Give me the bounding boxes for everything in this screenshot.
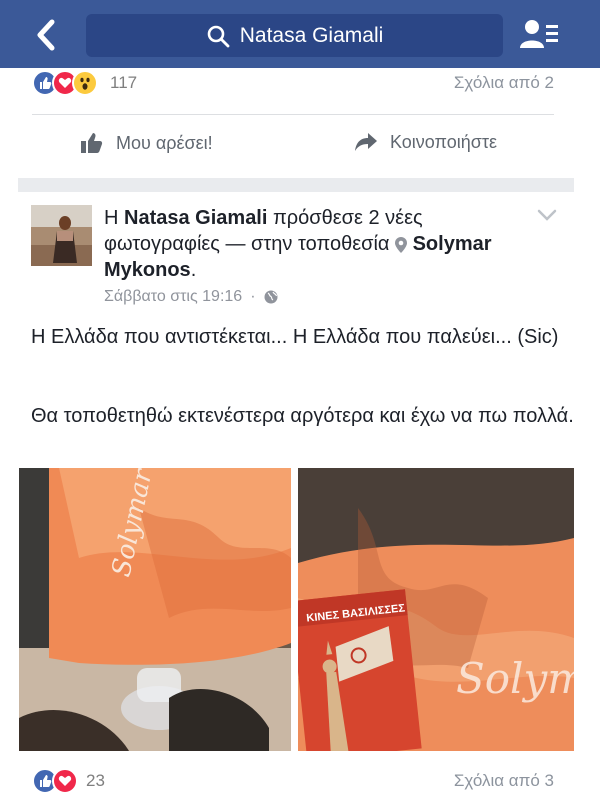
- back-arrow-icon[interactable]: [30, 16, 64, 54]
- meta-separator: ·: [250, 288, 256, 305]
- towel-logo-text-2: Solymar: [456, 654, 574, 703]
- friend-requests-icon[interactable]: [518, 16, 560, 54]
- post-headline: Η Natasa Giamali πρόσθεσε 2 νέες φωτογρα…: [104, 205, 524, 283]
- location-pin-icon: [395, 236, 408, 253]
- search-field[interactable]: Natasa Giamali: [86, 14, 503, 57]
- post-text-line1: Η Ελλάδα που αντιστέκεται... Η Ελλάδα πο…: [31, 326, 559, 348]
- share-arrow-icon: [355, 133, 377, 151]
- timestamp[interactable]: Σάββατο στις 19:16: [104, 288, 242, 306]
- post-photo-2[interactable]: Solymar ΚΙΝΕΣ ΒΑΣΙΛΙΣΣΕΣ: [298, 468, 574, 751]
- reaction-summary[interactable]: 117 Σχόλια από 2: [0, 64, 600, 104]
- post-actions: Μου αρέσει! Κοινοποιήστε: [0, 123, 600, 169]
- post-reaction-summary[interactable]: 23 Σχόλια από 3: [0, 762, 600, 802]
- love-icon: [52, 768, 78, 794]
- post-separator: [18, 178, 574, 192]
- like-label: Μου αρέσει!: [116, 132, 213, 153]
- post-text-line2: Θα τοποθετηθώ εκτενέστερα αργότερα και έ…: [31, 405, 574, 427]
- post-comments-link[interactable]: Σχόλια από 3: [454, 771, 554, 791]
- reaction-count: 117: [110, 73, 138, 92]
- like-button[interactable]: Μου αρέσει!: [80, 131, 213, 155]
- thumbs-up-icon: [81, 133, 103, 153]
- comments-link[interactable]: Σχόλια από 2: [454, 73, 554, 93]
- headline-prefix: Η: [104, 207, 119, 229]
- headline-period: .: [190, 259, 197, 281]
- globe-icon: [264, 290, 278, 304]
- divider: [32, 114, 554, 115]
- post-photo-1[interactable]: Solymar: [19, 468, 291, 751]
- post-meta: Σάββατο στις 19:16 ·: [104, 288, 278, 306]
- avatar[interactable]: [31, 205, 92, 266]
- wow-icon: [72, 70, 98, 96]
- top-nav-bar: Natasa Giamali: [0, 0, 600, 68]
- search-query: Natasa Giamali: [239, 23, 384, 47]
- post-reaction-count: 23: [86, 771, 105, 790]
- author-name[interactable]: Natasa Giamali: [124, 207, 267, 229]
- search-icon: [207, 25, 230, 47]
- chevron-down-icon[interactable]: [536, 206, 558, 224]
- share-button[interactable]: Κοινοποιήστε: [354, 131, 497, 153]
- share-label: Κοινοποιήστε: [390, 131, 497, 152]
